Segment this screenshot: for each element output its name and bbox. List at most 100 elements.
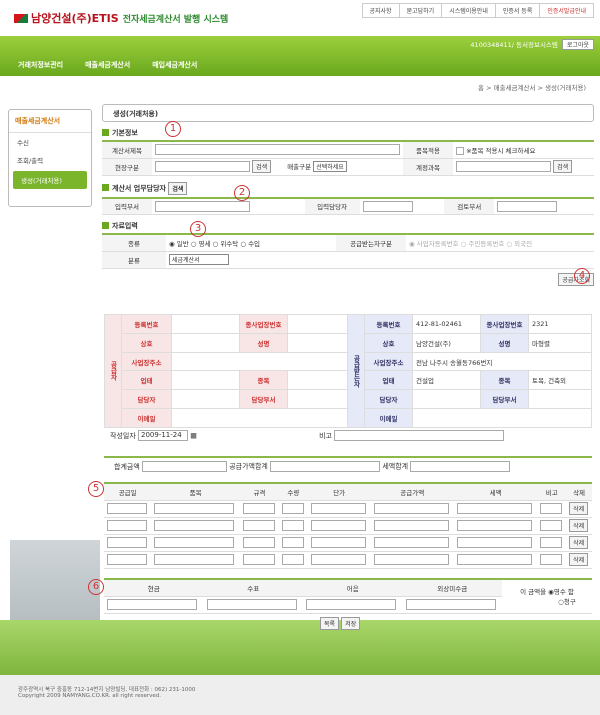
cell-input[interactable] <box>107 503 147 514</box>
list-button[interactable]: 목록 <box>320 617 340 630</box>
supplier-side-label: 공급자 <box>104 314 122 428</box>
section-icon <box>102 129 109 136</box>
row-delete-button[interactable]: 삭제 <box>569 536 589 549</box>
dept-input[interactable] <box>155 200 250 212</box>
r-reg-label: 등록번호 <box>364 314 413 334</box>
link-cert-register[interactable]: 인증서 등록 <box>494 3 541 18</box>
opt-receipt[interactable]: 영수 <box>554 588 566 596</box>
person-input[interactable] <box>362 200 413 212</box>
r-item-value: 토목, 건축외 <box>528 370 592 391</box>
total-input[interactable] <box>142 461 227 472</box>
cell-input[interactable] <box>373 537 449 548</box>
item-checkbox[interactable] <box>456 146 464 155</box>
cell-input[interactable] <box>456 520 532 531</box>
cell-input[interactable] <box>107 537 147 548</box>
manager-table: 입력부서 입력담당자 검토부서 <box>102 196 594 215</box>
account-search-button[interactable]: 검색 <box>553 160 573 173</box>
sales-select[interactable]: 선택하세요 <box>313 161 347 172</box>
cell-input[interactable] <box>281 554 304 565</box>
cell-input[interactable] <box>540 537 563 548</box>
cell-input[interactable] <box>310 554 366 565</box>
cell-input[interactable] <box>107 554 147 565</box>
cell-input[interactable] <box>310 503 366 514</box>
cell-input[interactable] <box>154 537 235 548</box>
cash-input[interactable] <box>107 599 197 610</box>
cell-input[interactable] <box>540 503 563 514</box>
cell-input[interactable] <box>373 503 449 514</box>
cell-input[interactable] <box>456 503 532 514</box>
cell-input[interactable] <box>154 554 235 565</box>
cell-input[interactable] <box>373 520 449 531</box>
cell-input[interactable] <box>154 503 235 514</box>
tax-total-input[interactable] <box>410 461 511 472</box>
recv-foreigner[interactable]: 외국인 <box>514 240 532 248</box>
sidebar-item-create[interactable]: 생성(거래처용) <box>13 171 87 189</box>
menu-purchase[interactable]: 매입세금계산서 <box>152 60 197 70</box>
menu-sales[interactable]: 매출세금계산서 <box>85 60 130 70</box>
recv-resident[interactable]: 주민등록번호 <box>468 240 504 248</box>
credit-input[interactable] <box>405 599 496 610</box>
opt-claim[interactable]: 청구 <box>564 598 576 606</box>
cell-input[interactable] <box>154 520 235 531</box>
cell-input[interactable] <box>540 520 563 531</box>
cell-input[interactable] <box>107 520 147 531</box>
type-consign[interactable]: 위수탁 <box>220 240 238 248</box>
row-delete-button[interactable]: 삭제 <box>569 502 589 515</box>
cell-input[interactable] <box>456 554 532 565</box>
title-input[interactable] <box>155 144 400 156</box>
cell-input[interactable] <box>242 537 275 548</box>
type-import[interactable]: 수입 <box>248 240 260 248</box>
table-row: 삭제 <box>104 517 592 535</box>
type-general[interactable]: 일반 <box>177 240 189 248</box>
menu-partner[interactable]: 거래처정보관리 <box>18 60 63 70</box>
cell-input[interactable] <box>242 503 275 514</box>
type-zero[interactable]: 영세 <box>199 240 211 248</box>
sidebar-item-lookup[interactable]: 조회/출력 <box>9 151 91 169</box>
breadcrumb: 홈 > 매출세금계산서 > 생성(거래처용) <box>478 84 586 92</box>
cell-input[interactable] <box>310 520 366 531</box>
cell-input[interactable] <box>373 554 449 565</box>
row-delete-button[interactable]: 삭제 <box>569 519 589 532</box>
marker-5: 5 <box>88 481 104 497</box>
account-input[interactable] <box>456 161 551 172</box>
footer-address: 광주광역시 북구 중흥동 712-14번지 남양빌딩, 대표전화 : 062) … <box>18 687 196 693</box>
bill-input[interactable] <box>306 599 396 610</box>
label-supply-total: 공급가액합계 <box>229 462 268 471</box>
cell-input[interactable] <box>242 520 275 531</box>
logo[interactable]: 남양건설(주)ETIS 전자세금계산서 발행 시스템 <box>14 10 228 26</box>
recv-biz[interactable]: 사업자등록번호 <box>417 240 459 248</box>
note-input[interactable] <box>334 430 505 441</box>
row-delete-button[interactable]: 삭제 <box>569 553 589 566</box>
cell-input[interactable] <box>242 554 275 565</box>
col-delete: 삭제 <box>566 483 592 501</box>
cell-input[interactable] <box>281 503 304 514</box>
receiver-type-radios[interactable]: ◉ 사업자등록번호 ○ 주민등록번호 ○ 외국인 <box>406 234 594 252</box>
site-input[interactable] <box>155 161 250 172</box>
cell-input[interactable] <box>310 537 366 548</box>
check-input[interactable] <box>206 599 297 610</box>
link-guide[interactable]: 시스템이용안내 <box>441 3 496 18</box>
type-radios[interactable]: ◉ 일반 ○ 영세 ○ 위수탁 ○ 수입 <box>166 234 336 252</box>
supply-total-input[interactable] <box>270 461 381 472</box>
r-biz-value: 건설업 <box>412 370 481 391</box>
manager-search-button[interactable]: 검색 <box>168 181 188 195</box>
cell-input[interactable] <box>456 537 532 548</box>
calendar-icon[interactable]: ▦ <box>190 432 197 440</box>
s-sub-value[interactable] <box>287 314 348 334</box>
s-reg-value[interactable] <box>171 314 240 334</box>
sidebar-item-receive[interactable]: 수신 <box>9 133 91 151</box>
cell-input[interactable] <box>281 520 304 531</box>
label-review: 검토부서 <box>444 197 495 215</box>
cell-input[interactable] <box>281 537 304 548</box>
logout-button[interactable]: 로그아웃 <box>561 39 594 50</box>
link-cert-issue[interactable]: 인증서발급안내 <box>539 3 594 18</box>
site-search-button[interactable]: 검색 <box>252 160 272 173</box>
link-notice[interactable]: 공지사항 <box>361 3 400 18</box>
save-button[interactable]: 저장 <box>341 617 361 630</box>
link-qna[interactable]: 묻고답하기 <box>398 3 443 18</box>
review-input[interactable] <box>497 200 558 212</box>
cell-input[interactable] <box>540 554 563 565</box>
col-check: 수표 <box>203 579 303 597</box>
date-input[interactable]: 2009-11-24 <box>138 430 188 441</box>
class-select[interactable]: 세금계산서 <box>169 254 229 265</box>
